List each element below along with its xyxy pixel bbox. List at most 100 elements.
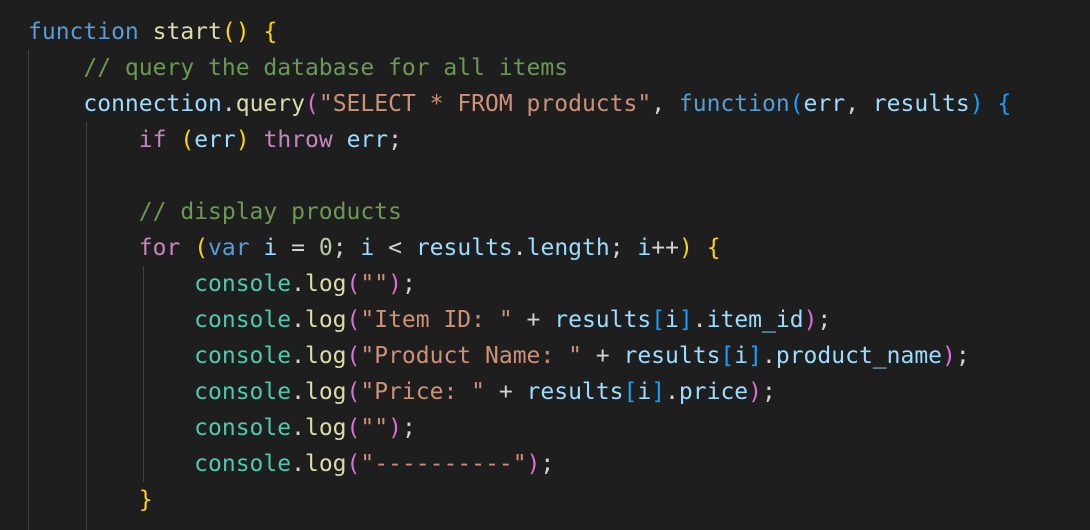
code-token: .: [762, 343, 776, 369]
code-token: query: [235, 91, 305, 117]
code-line[interactable]: console.log("Product Name: " + results[i…: [28, 338, 970, 374]
code-token: ;: [388, 127, 402, 153]
code-token: .: [291, 451, 305, 477]
code-token: (: [789, 91, 804, 117]
code-token: ;: [609, 235, 638, 261]
code-token: log: [304, 343, 347, 369]
code-token: results: [554, 307, 652, 333]
code-token: log: [304, 379, 347, 405]
code-token: ): [235, 127, 250, 153]
code-token: (: [346, 379, 361, 405]
code-token: results: [623, 343, 721, 369]
code-token: +: [512, 307, 555, 333]
code-token: function: [678, 91, 790, 117]
code-token: .: [291, 271, 305, 297]
code-token: +: [485, 379, 527, 405]
code-token: // query the database for all items: [83, 55, 569, 81]
code-token: throw: [263, 127, 333, 153]
code-token: results: [872, 91, 970, 117]
code-token: {: [997, 91, 1012, 117]
code-token: var: [208, 235, 250, 261]
code-token: ]: [678, 307, 693, 333]
code-token: {: [263, 19, 278, 45]
code-token: .: [291, 307, 305, 333]
code-token: function: [28, 19, 139, 45]
code-token: (: [346, 343, 361, 369]
code-token: console: [194, 451, 292, 477]
code-token: <: [374, 235, 416, 261]
code-token: (: [346, 271, 361, 297]
code-token: }: [138, 487, 153, 513]
code-token: (): [221, 19, 250, 45]
code-token: =: [277, 235, 319, 261]
code-token: ;: [401, 271, 416, 297]
code-token: price: [678, 379, 749, 405]
code-token: .: [291, 379, 305, 405]
code-token: (: [304, 91, 319, 117]
code-token: i: [665, 307, 679, 333]
code-line[interactable]: console.log("");: [28, 266, 416, 302]
code-token: (: [346, 415, 361, 441]
code-token: {: [706, 235, 721, 261]
code-token: (: [346, 451, 361, 477]
code-token: console: [194, 307, 292, 333]
code-line[interactable]: console.log("Item ID: " + results[i].ite…: [28, 302, 831, 338]
code-token: +: [581, 343, 624, 369]
code-token: [: [651, 307, 666, 333]
code-token: results: [415, 235, 513, 261]
code-line[interactable]: }: [28, 482, 153, 518]
code-token: console: [194, 379, 292, 405]
code-token: "Product Name: ": [360, 343, 582, 369]
code-token: ;: [762, 379, 776, 405]
code-token: ): [803, 307, 818, 333]
code-token: ;: [332, 235, 361, 261]
code-token: .: [692, 307, 707, 333]
code-line[interactable]: for (var i = 0; i < results.length; i++)…: [28, 230, 721, 266]
code-line[interactable]: // query the database for all items: [28, 50, 568, 86]
code-token: console: [194, 343, 292, 369]
code-token: .: [221, 91, 236, 117]
code-token: ): [678, 235, 693, 261]
code-line[interactable]: function start() {: [28, 14, 277, 50]
code-token: err: [194, 127, 236, 153]
code-token: "": [360, 271, 389, 297]
code-token: (: [194, 235, 209, 261]
code-line[interactable]: console.log("");: [28, 410, 416, 446]
code-token: console: [194, 271, 292, 297]
code-token: ): [388, 415, 402, 441]
code-token: ]: [651, 379, 666, 405]
code-token: ): [969, 91, 984, 117]
code-token: // display products: [138, 199, 402, 225]
code-token: .: [291, 415, 305, 441]
code-line[interactable]: console.log("Price: " + results[i].price…: [28, 374, 776, 410]
code-token: i: [360, 235, 375, 261]
code-token: console: [194, 415, 292, 441]
code-token: ): [388, 271, 402, 297]
code-token: "": [360, 415, 389, 441]
code-line[interactable]: if (err) throw err;: [28, 122, 402, 158]
code-token: .: [512, 235, 527, 261]
code-token: err: [803, 91, 846, 117]
code-token: .: [291, 343, 305, 369]
code-line[interactable]: // display products: [28, 194, 402, 230]
code-line[interactable]: connection.query("SELECT * FROM products…: [28, 86, 1011, 122]
code-line[interactable]: console.log("----------");: [28, 446, 554, 482]
code-editor[interactable]: function start() { // query the database…: [0, 0, 1090, 530]
code-token: ;: [540, 451, 555, 477]
